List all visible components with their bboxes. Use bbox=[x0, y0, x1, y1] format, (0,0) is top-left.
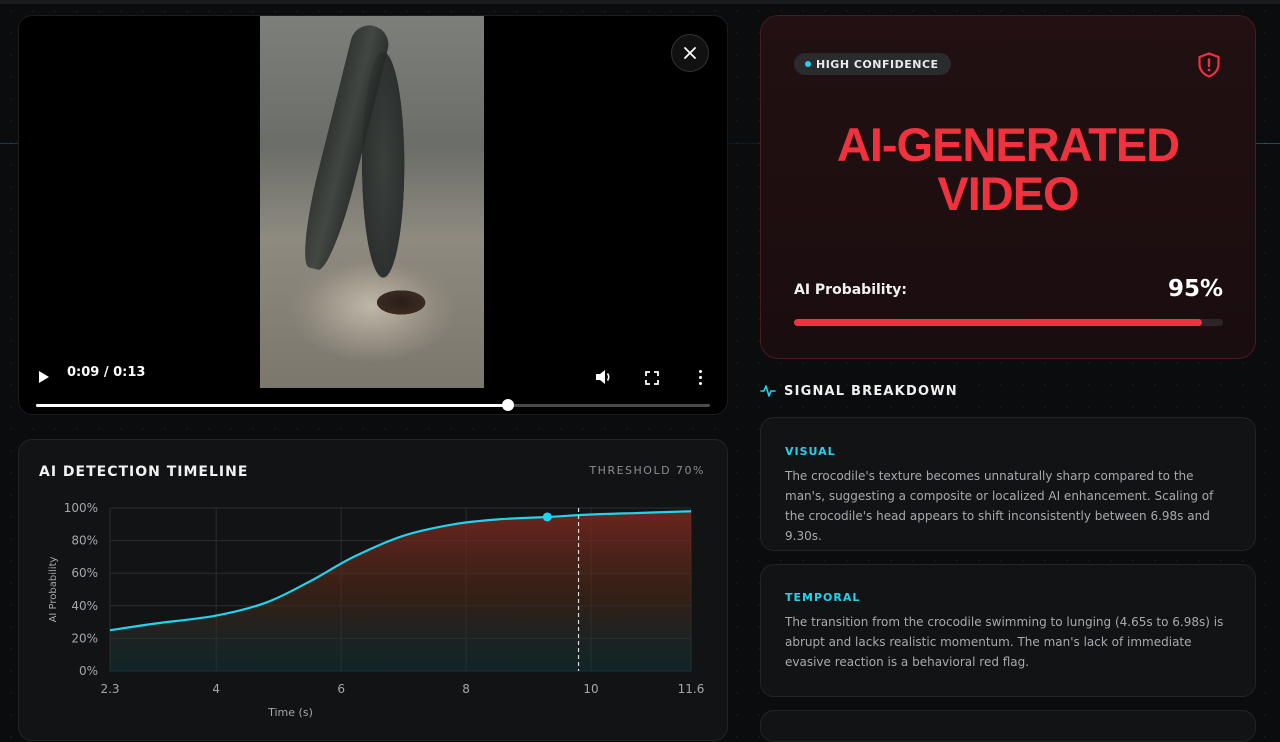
y-tick-label: 40% bbox=[71, 599, 98, 613]
data-point bbox=[542, 512, 552, 522]
top-border bbox=[0, 0, 1280, 4]
seek-progress bbox=[36, 404, 508, 407]
y-tick-label: 60% bbox=[71, 566, 98, 580]
crocodile-image bbox=[295, 21, 393, 274]
close-icon bbox=[684, 47, 696, 59]
fullscreen-icon[interactable] bbox=[645, 371, 659, 385]
confidence-badge-label: HIGH CONFIDENCE bbox=[816, 57, 939, 71]
verdict-title-line1: AI-GENERATED bbox=[836, 118, 1180, 171]
y-tick-label: 80% bbox=[71, 534, 98, 548]
probability-value: 95% bbox=[1167, 276, 1223, 302]
status-dot bbox=[805, 61, 811, 67]
verdict-title: AI-GENERATED VIDEO bbox=[761, 120, 1255, 218]
signal-card-partial bbox=[760, 710, 1256, 742]
y-tick-label: 0% bbox=[79, 664, 98, 678]
play-icon[interactable] bbox=[39, 371, 49, 383]
more-options-icon[interactable] bbox=[699, 370, 703, 386]
x-tick-label: 8 bbox=[462, 682, 470, 696]
close-button[interactable] bbox=[671, 34, 709, 72]
signal-card-temporal: TEMPORAL The transition from the crocodi… bbox=[760, 564, 1256, 697]
shield-alert-icon bbox=[1198, 52, 1220, 78]
video-controls: 0:09 / 0:13 bbox=[19, 351, 727, 413]
probability-bar bbox=[794, 319, 1223, 326]
signal-description: The transition from the crocodile swimmi… bbox=[785, 615, 1224, 669]
signal-description: The crocodile's texture becomes unnatura… bbox=[785, 469, 1214, 543]
confidence-badge: HIGH CONFIDENCE bbox=[794, 53, 951, 75]
signal-breakdown-title: SIGNAL BREAKDOWN bbox=[784, 383, 958, 399]
detection-chart: 0% 20% 40% 60% 80% 100% 2.3 4 6 8 10 11.6 Time (s) AI… bbox=[48, 501, 705, 719]
signal-breakdown-heading: SIGNAL BREAKDOWN bbox=[760, 383, 958, 399]
verdict-card: HIGH CONFIDENCE AI-GENERATED VIDEO AI Pr… bbox=[760, 15, 1256, 359]
seek-bar[interactable] bbox=[36, 399, 710, 411]
signal-label: TEMPORAL bbox=[785, 591, 861, 604]
y-tick-label: 20% bbox=[71, 631, 98, 645]
probability-label: AI Probability: bbox=[794, 282, 908, 298]
x-tick-label: 2.3 bbox=[100, 682, 119, 696]
volume-icon[interactable] bbox=[595, 369, 613, 385]
verdict-title-line2: VIDEO bbox=[937, 167, 1079, 220]
y-tick-label: 100% bbox=[64, 501, 98, 515]
x-tick-label: 4 bbox=[212, 682, 220, 696]
x-tick-label: 11.6 bbox=[678, 682, 705, 696]
signal-label: VISUAL bbox=[785, 445, 836, 458]
y-axis-label: AI Probability bbox=[48, 557, 59, 623]
timeline-panel: AI DETECTION TIMELINE THRESHOLD 70% 0% 20… bbox=[18, 439, 728, 741]
video-player[interactable]: 0:09 / 0:13 bbox=[18, 15, 728, 415]
probability-bar-fill bbox=[794, 319, 1202, 326]
x-axis-label: Time (s) bbox=[267, 706, 313, 719]
x-tick-label: 6 bbox=[337, 682, 345, 696]
video-frame[interactable] bbox=[260, 16, 484, 388]
seek-handle[interactable] bbox=[501, 399, 514, 411]
activity-pulse-icon bbox=[760, 385, 776, 397]
x-tick-label: 10 bbox=[583, 682, 598, 696]
area-fill bbox=[110, 511, 691, 671]
signal-card-visual: VISUAL The crocodile's texture becomes u… bbox=[760, 417, 1256, 551]
video-time: 0:09 / 0:13 bbox=[67, 365, 146, 380]
